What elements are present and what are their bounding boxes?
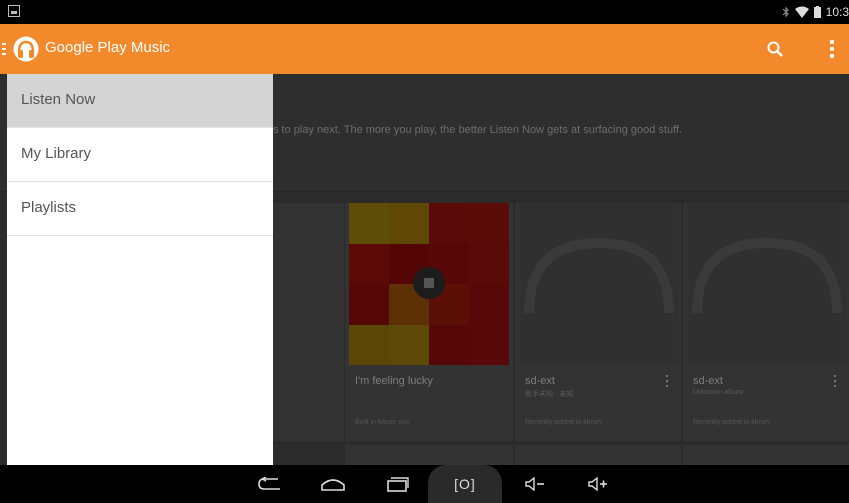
volume-down-icon[interactable] <box>515 465 555 503</box>
drawer-item-playlists[interactable]: Playlists <box>7 182 273 236</box>
volume-up-icon[interactable] <box>578 465 618 503</box>
card-subtitle: 歌手未知 · 未知 <box>525 391 574 398</box>
status-bar: 10:3 <box>0 0 849 24</box>
card-feeling-lucky[interactable]: I'm feeling lucky Built in Music mix <box>345 203 513 441</box>
action-bar: Google Play Music <box>0 24 849 74</box>
wifi-icon <box>794 6 809 18</box>
card-footer: Recently added to library <box>525 419 603 426</box>
home-icon[interactable] <box>313 465 353 503</box>
card-title: I'm feeling lucky <box>355 375 433 387</box>
card-overflow-icon[interactable] <box>666 375 669 387</box>
card-subtitle: Unknown album <box>693 389 744 396</box>
battery-icon <box>813 6 821 18</box>
drawer-item-label: Listen Now <box>21 91 96 108</box>
lucky-mix-art <box>349 203 509 365</box>
next-row-card[interactable] <box>345 445 513 465</box>
status-icons: 10:3 <box>782 2 849 22</box>
drawer-item-listen-now[interactable]: Listen Now <box>7 74 273 128</box>
card-overflow-icon[interactable] <box>834 375 837 387</box>
headphones-placeholder-icon <box>692 237 842 314</box>
next-row-card[interactable] <box>515 445 681 465</box>
status-time: 10:3 <box>825 5 849 19</box>
recents-icon[interactable] <box>378 465 418 503</box>
card-title: sd-ext <box>693 375 723 387</box>
bluetooth-icon <box>782 6 789 18</box>
drawer-item-label: My Library <box>21 145 92 162</box>
card-sd-ext-1[interactable]: sd-ext 歌手未知 · 未知 Recently added to libra… <box>515 203 681 441</box>
screenshot-notification-icon <box>8 5 20 17</box>
search-icon[interactable] <box>762 36 788 62</box>
next-row-card[interactable] <box>683 445 849 465</box>
drawer-item-label: Playlists <box>21 199 77 216</box>
card-title: sd-ext <box>525 375 555 387</box>
album-art-placeholder <box>687 203 847 365</box>
hint-text: s to play next. The more you play, the b… <box>273 124 683 136</box>
play-mix-icon[interactable] <box>413 267 445 299</box>
screenshot-label: [O] <box>454 476 476 492</box>
card-footer: Recently added to library <box>693 419 771 426</box>
card-footer: Built in Music mix <box>355 419 410 426</box>
card-sd-ext-2[interactable]: sd-ext Unknown album Recently added to l… <box>683 203 849 441</box>
overflow-menu-icon[interactable] <box>822 36 842 62</box>
system-navigation-bar: [O] <box>0 465 849 503</box>
drawer-indicator-icon[interactable] <box>2 43 6 55</box>
back-icon[interactable] <box>250 465 290 503</box>
navigation-drawer: Listen Now My Library Playlists <box>7 74 273 465</box>
headphones-placeholder-icon <box>524 237 674 314</box>
app-title: Google Play Music <box>45 39 171 56</box>
album-art-placeholder <box>519 203 679 365</box>
drawer-item-my-library[interactable]: My Library <box>7 128 273 182</box>
screenshot-button[interactable]: [O] <box>428 465 502 503</box>
headphones-logo-icon[interactable] <box>13 36 39 62</box>
